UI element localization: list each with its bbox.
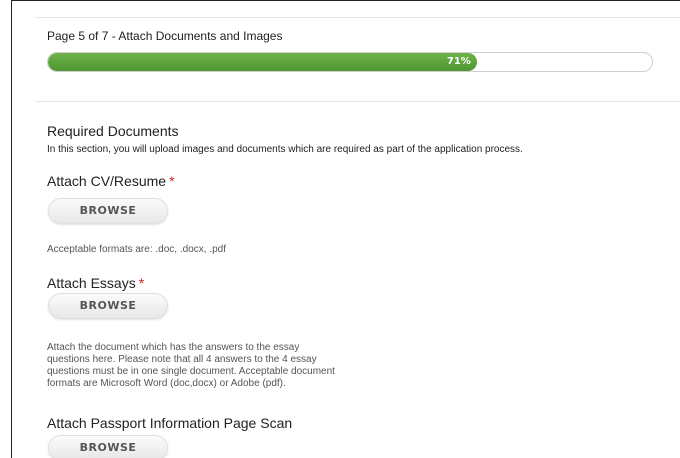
- section-description: In this section, you will upload images …: [47, 144, 523, 155]
- passport-field-label: Attach Passport Information Page Scan: [47, 415, 293, 431]
- cv-help-text: Acceptable formats are: .doc, .docx, .pd…: [47, 244, 226, 255]
- essays-browse-button[interactable]: BROWSE: [48, 293, 168, 319]
- required-asterisk: *: [138, 275, 145, 291]
- page-progress-label: Page 5 of 7 - Attach Documents and Image…: [47, 29, 283, 43]
- progress-bar: 71%: [47, 52, 653, 72]
- essays-help-line: questions must be in one single document…: [47, 366, 335, 377]
- progress-bar-fill: 71%: [48, 53, 477, 71]
- section-divider: [35, 101, 680, 102]
- cv-label-text: Attach CV/Resume: [47, 173, 167, 189]
- essays-label-text: Attach Essays: [47, 275, 136, 291]
- application-form-panel: Page 5 of 7 - Attach Documents and Image…: [11, 0, 680, 458]
- essays-help-text: Attach the document which has the answer…: [47, 342, 335, 390]
- essays-field-label: Attach Essays *: [47, 275, 144, 291]
- cv-field-label: Attach CV/Resume *: [47, 173, 175, 189]
- cv-browse-button[interactable]: BROWSE: [48, 198, 168, 224]
- essays-help-line: Attach the document which has the answer…: [47, 342, 300, 353]
- section-title: Required Documents: [47, 123, 179, 139]
- passport-browse-button[interactable]: BROWSE: [48, 435, 168, 458]
- required-asterisk: *: [169, 173, 175, 189]
- top-divider: [35, 17, 680, 18]
- essays-help-line: formats are Microsoft Word (doc,docx) or…: [47, 378, 286, 389]
- progress-percent-label: 71%: [446, 56, 471, 67]
- essays-help-line: questions here. Please note that all 4 a…: [47, 354, 317, 365]
